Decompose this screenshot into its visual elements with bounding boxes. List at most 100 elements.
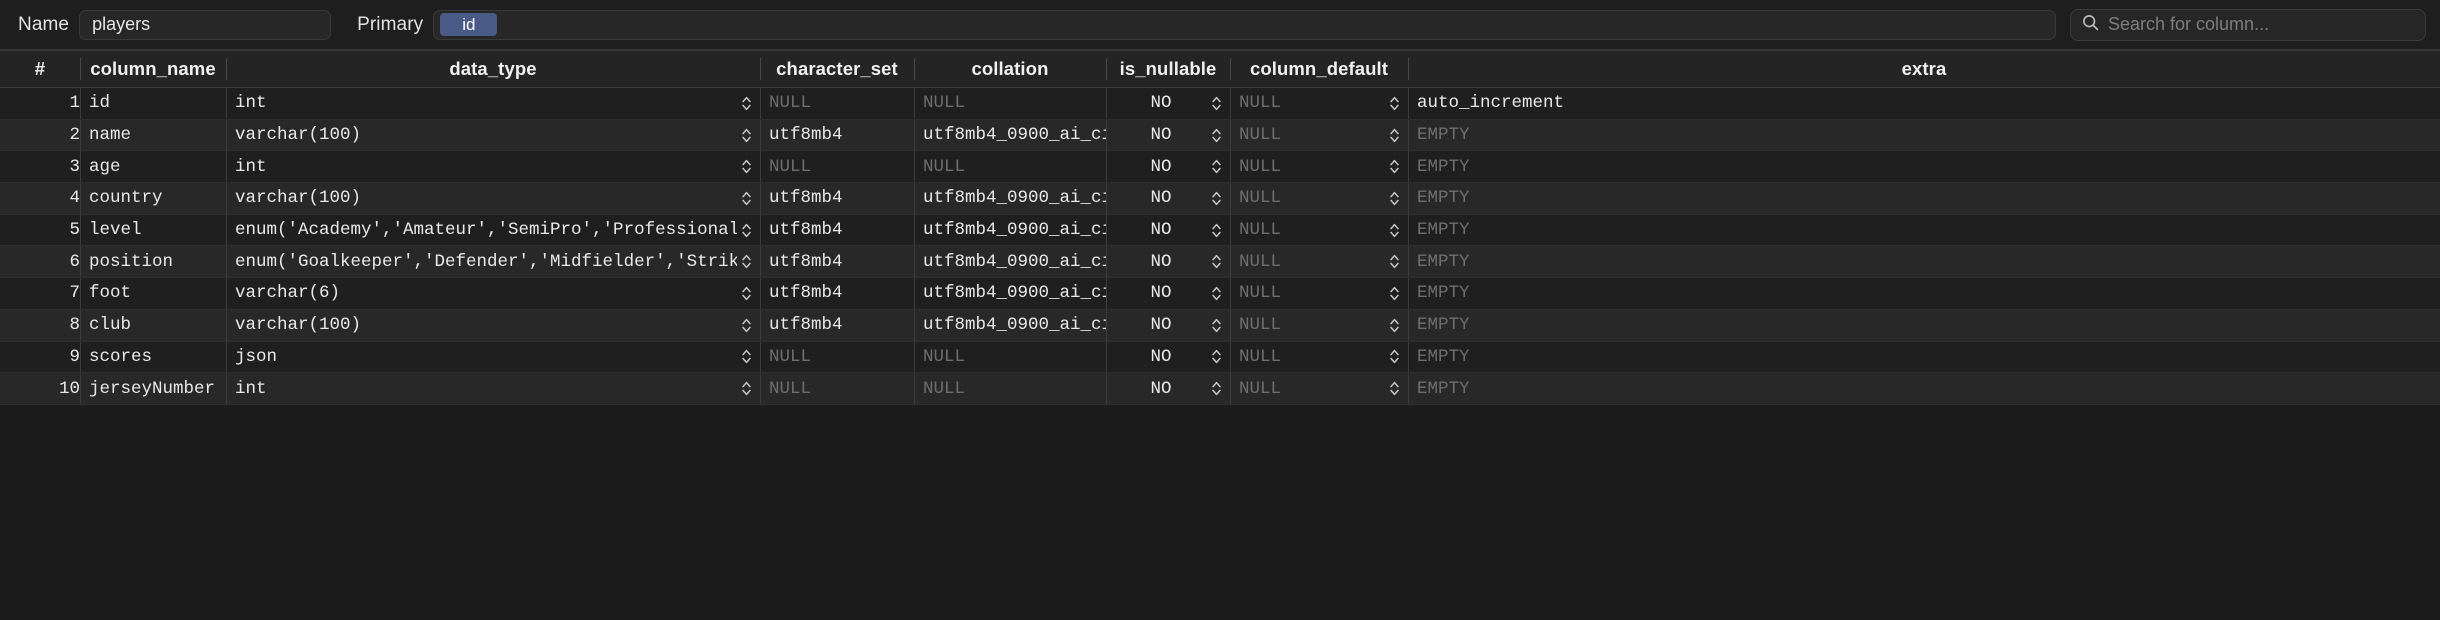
table-row[interactable]: 5 level enum('Academy','Amateur','SemiPro'…: [0, 214, 2440, 247]
cell-is-nullable[interactable]: NO: [1106, 341, 1230, 374]
cell-data-type[interactable]: enum('Goalkeeper','Defender','Midfielder…: [226, 245, 760, 279]
cell-character-set[interactable]: NULL: [760, 341, 914, 374]
cell-character-set[interactable]: NULL: [760, 87, 914, 120]
cell-column-name[interactable]: level: [80, 214, 226, 247]
stepper-icon[interactable]: [1385, 215, 1403, 245]
cell-column-name[interactable]: country: [80, 182, 226, 215]
header-collation[interactable]: collation: [914, 50, 1106, 88]
cell-is-nullable[interactable]: NO: [1106, 372, 1230, 405]
cell-extra[interactable]: EMPTY: [1408, 277, 2440, 310]
header-column-name[interactable]: column_name: [80, 50, 226, 88]
stepper-icon[interactable]: [737, 183, 755, 213]
cell-data-type[interactable]: int: [226, 150, 760, 184]
stepper-icon[interactable]: [737, 151, 755, 181]
cell-character-set[interactable]: NULL: [760, 372, 914, 405]
cell-collation[interactable]: NULL: [914, 341, 1106, 374]
stepper-icon[interactable]: [1385, 246, 1403, 276]
cell-extra[interactable]: EMPTY: [1408, 372, 2440, 405]
cell-is-nullable[interactable]: NO: [1106, 245, 1230, 279]
cell-column-name[interactable]: name: [80, 119, 226, 152]
cell-collation[interactable]: utf8mb4_0900_ai_ci: [914, 214, 1106, 247]
cell-column-default[interactable]: NULL: [1230, 119, 1408, 152]
stepper-icon[interactable]: [737, 88, 755, 118]
header-character-set[interactable]: character_set: [760, 50, 914, 88]
table-row[interactable]: 2 name varchar(100) utf8mb4 utf8mb4_0900_ai_…: [0, 119, 2440, 152]
cell-collation[interactable]: utf8mb4_0900_ai_ci: [914, 277, 1106, 310]
cell-collation[interactable]: utf8mb4_0900_ai_ci: [914, 245, 1106, 279]
cell-collation[interactable]: NULL: [914, 87, 1106, 120]
cell-data-type[interactable]: int: [226, 372, 760, 405]
stepper-icon[interactable]: [1385, 278, 1403, 308]
stepper-icon[interactable]: [1385, 373, 1403, 403]
stepper-icon[interactable]: [737, 310, 755, 340]
cell-character-set[interactable]: NULL: [760, 150, 914, 184]
cell-data-type[interactable]: int: [226, 87, 760, 120]
cell-extra[interactable]: EMPTY: [1408, 245, 2440, 279]
cell-extra[interactable]: EMPTY: [1408, 309, 2440, 342]
cell-is-nullable[interactable]: NO: [1106, 309, 1230, 342]
table-name-input[interactable]: [79, 9, 332, 40]
cell-column-name[interactable]: age: [80, 150, 226, 184]
cell-extra[interactable]: EMPTY: [1408, 214, 2440, 247]
cell-column-name[interactable]: foot: [80, 277, 226, 310]
cell-data-type[interactable]: enum('Academy','Amateur','SemiPro','Prof…: [226, 214, 760, 247]
table-row[interactable]: 10 jerseyNumber int NULL NULL NO NULL EMPTY: [0, 372, 2440, 405]
cell-data-type[interactable]: varchar(100): [226, 182, 760, 215]
cell-character-set[interactable]: utf8mb4: [760, 245, 914, 279]
cell-extra[interactable]: EMPTY: [1408, 119, 2440, 152]
cell-collation[interactable]: NULL: [914, 150, 1106, 184]
cell-collation[interactable]: NULL: [914, 372, 1106, 405]
stepper-icon[interactable]: [1207, 151, 1225, 181]
header-num[interactable]: #: [0, 50, 80, 88]
stepper-icon[interactable]: [1207, 278, 1225, 308]
cell-character-set[interactable]: utf8mb4: [760, 277, 914, 310]
cell-column-default[interactable]: NULL: [1230, 182, 1408, 215]
stepper-icon[interactable]: [737, 342, 755, 372]
table-row[interactable]: 6 position enum('Goalkeeper','Defender','M…: [0, 245, 2440, 279]
cell-column-default[interactable]: NULL: [1230, 277, 1408, 310]
cell-column-default[interactable]: NULL: [1230, 245, 1408, 279]
cell-extra[interactable]: EMPTY: [1408, 182, 2440, 215]
header-extra[interactable]: extra: [1408, 50, 2440, 88]
cell-data-type[interactable]: varchar(6): [226, 277, 760, 310]
stepper-icon[interactable]: [1385, 120, 1403, 150]
stepper-icon[interactable]: [1207, 373, 1225, 403]
cell-column-name[interactable]: id: [80, 87, 226, 120]
stepper-icon[interactable]: [1207, 246, 1225, 276]
cell-data-type[interactable]: varchar(100): [226, 309, 760, 342]
table-row[interactable]: 7 foot varchar(6) utf8mb4 utf8mb4_0900_ai_ci…: [0, 277, 2440, 310]
stepper-icon[interactable]: [1385, 151, 1403, 181]
primary-key-chip[interactable]: id: [440, 13, 498, 36]
header-column-default[interactable]: column_default: [1230, 50, 1408, 88]
primary-key-field[interactable]: id: [433, 9, 2056, 40]
column-search-box[interactable]: [2070, 8, 2426, 41]
cell-is-nullable[interactable]: NO: [1106, 277, 1230, 310]
stepper-icon[interactable]: [737, 215, 755, 245]
cell-extra[interactable]: EMPTY: [1408, 150, 2440, 184]
cell-character-set[interactable]: utf8mb4: [760, 119, 914, 152]
stepper-icon[interactable]: [1207, 215, 1225, 245]
stepper-icon[interactable]: [737, 246, 755, 276]
cell-collation[interactable]: utf8mb4_0900_ai_ci: [914, 309, 1106, 342]
cell-column-default[interactable]: NULL: [1230, 372, 1408, 405]
cell-is-nullable[interactable]: NO: [1106, 87, 1230, 120]
stepper-icon[interactable]: [737, 120, 755, 150]
stepper-icon[interactable]: [1207, 183, 1225, 213]
cell-column-name[interactable]: scores: [80, 341, 226, 374]
cell-collation[interactable]: utf8mb4_0900_ai_ci: [914, 119, 1106, 152]
stepper-icon[interactable]: [1385, 88, 1403, 118]
table-row[interactable]: 8 club varchar(100) utf8mb4 utf8mb4_0900_ai_…: [0, 309, 2440, 342]
cell-column-name[interactable]: jerseyNumber: [80, 372, 226, 405]
stepper-icon[interactable]: [1207, 342, 1225, 372]
stepper-icon[interactable]: [1385, 183, 1403, 213]
table-row[interactable]: 4 country varchar(100) utf8mb4 utf8mb4_0900_…: [0, 182, 2440, 215]
stepper-icon[interactable]: [737, 278, 755, 308]
cell-column-default[interactable]: NULL: [1230, 150, 1408, 184]
table-row[interactable]: 9 scores json NULL NULL NO NULL EMPTY: [0, 341, 2440, 374]
cell-data-type[interactable]: json: [226, 341, 760, 374]
table-row[interactable]: 1 id int NULL NULL NO NULL auto_increment: [0, 87, 2440, 120]
cell-extra[interactable]: auto_increment: [1408, 87, 2440, 120]
cell-character-set[interactable]: utf8mb4: [760, 309, 914, 342]
cell-character-set[interactable]: utf8mb4: [760, 214, 914, 247]
header-data-type[interactable]: data_type: [226, 50, 760, 88]
